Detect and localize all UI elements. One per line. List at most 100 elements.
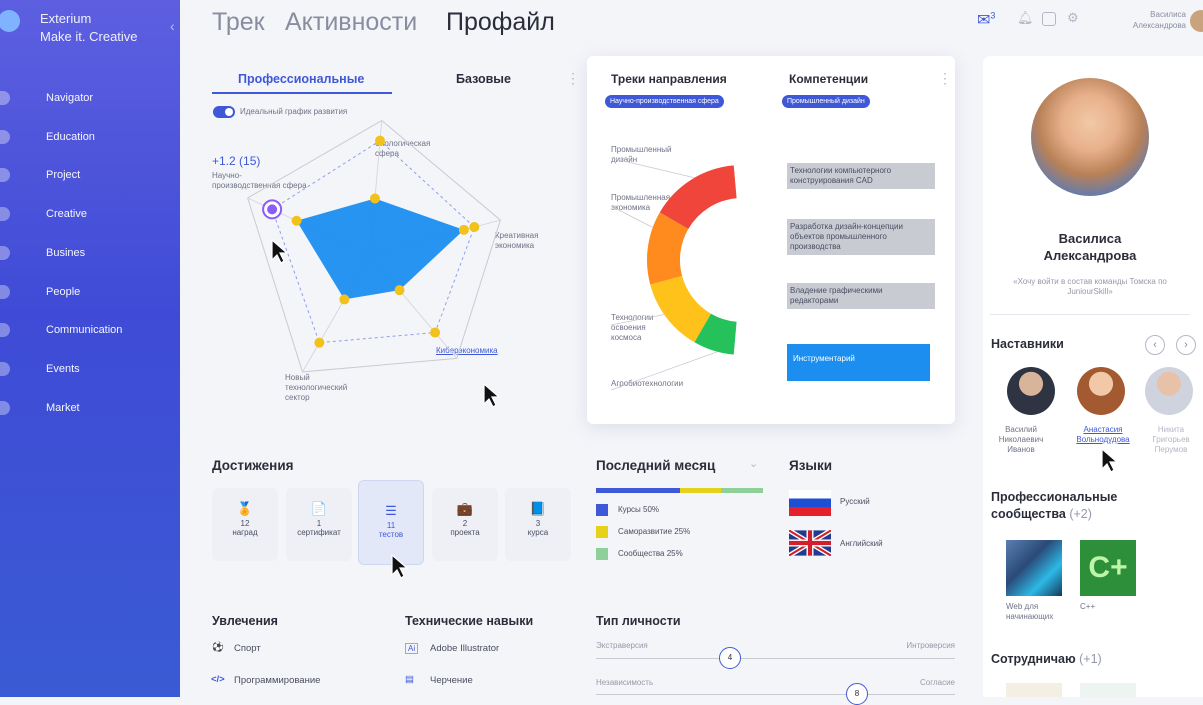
collapse-chevron-icon[interactable]: ‹ [170,18,175,34]
tab-professional[interactable]: Профессиональные [238,72,364,86]
lang-en: Английский [840,539,883,548]
tab-profile[interactable]: Профайл [446,8,555,37]
nav-item-people[interactable]: People [46,286,80,298]
trait-left-2: Независимость [596,678,654,687]
nav-item-project[interactable]: Project [46,169,80,181]
nav-item-creative[interactable]: Creative [46,208,87,220]
illustrator-icon: Ai [405,643,419,654]
user-first: Василиса [1150,10,1186,19]
achievement-сертификат[interactable]: 📄 1 сертификат [286,488,352,561]
more-icon[interactable]: ⋮ [938,70,952,87]
mentor-avatar-1[interactable] [1007,367,1055,415]
trait-slider-knob-2[interactable]: 8 [846,683,868,705]
skills-title: Технические навыки [405,614,534,628]
brand[interactable]: Exterium Make it. Creative ‹ [0,8,175,48]
achievement-курса[interactable]: 📘 3 курса [505,488,571,561]
flag-gb-icon [789,530,831,556]
partner-logo-2[interactable] [1080,683,1136,697]
mentor-last-3: Перумов [1154,445,1188,454]
mentor-name-3[interactable]: Никита Григорьев Перумов [1140,425,1202,455]
competence-pill[interactable]: Промышленный дизайн [782,95,870,108]
mentor-name-2[interactable]: Анастасия Вольнодудова [1069,425,1137,445]
community-web-label[interactable]: Web для начинающих [1006,602,1066,622]
nav-item-education[interactable]: Education [46,131,95,143]
achievement-label: тестов [378,530,404,539]
code-icon: </> [211,674,225,685]
legend-courses: Курсы 50% [618,505,660,514]
competence-cad[interactable]: Технологии компьютерного конструирования… [787,163,935,189]
community-cpp-label[interactable]: C++ [1080,602,1095,612]
drafting-icon: ▤ [405,674,414,685]
logo-icon [0,10,20,32]
nav-item-communication[interactable]: Communication [46,324,122,336]
mentor-avatar-3[interactable] [1145,367,1193,415]
communities-more[interactable]: (+2) [1069,507,1092,521]
next-arrow-icon[interactable]: › [1176,335,1196,355]
chevron-down-icon[interactable]: ⌄ [749,457,758,470]
nav-item-busines[interactable]: Busines [46,247,85,259]
gear-icon[interactable]: ⚙ [1067,10,1079,26]
nav-item-navigator[interactable]: Navigator [46,92,93,104]
nav-item-market[interactable]: Market [46,402,80,414]
achievement-count: 2 [462,519,468,528]
medal-icon: 🏅 [236,501,254,516]
track-pill[interactable]: Научно-производственная сфера [605,95,724,108]
avatar-small[interactable] [1190,10,1203,32]
calendar-icon[interactable] [1042,12,1056,26]
skill-drafting: Черчение [430,675,473,686]
profile-avatar [1031,78,1149,196]
tab-activities[interactable]: Активности [285,8,417,37]
achievement-label: наград [232,528,258,537]
bell-icon[interactable]: 🔔︎ [1017,10,1034,26]
ideal-graph-toggle[interactable] [213,106,235,118]
hobby-programming: Программирование [234,675,321,686]
partner-logo-1[interactable] [1006,683,1062,697]
nav-bullet [0,362,10,376]
achievement-label: проекта [450,528,480,537]
divider [990,314,1190,315]
trait-slider-knob-1[interactable]: 4 [719,647,741,669]
achievement-проекта[interactable]: 💼 2 проекта [432,488,498,561]
mail-count: 3 [990,10,996,21]
donut-leader-line [610,205,653,228]
cooperate-more[interactable]: (+1) [1079,652,1102,666]
legend-self: Саморазвитие 25% [618,527,691,536]
trait-right-1: Интроверсия [906,641,955,650]
nav-bullet [0,246,10,260]
personality-title: Тип личности [596,614,681,628]
nav-item-events[interactable]: Events [46,363,80,375]
legend-communities: Сообщества 25% [618,549,683,558]
tab-track[interactable]: Трек [212,8,265,37]
cooperate-label: Сотрудничаю [991,652,1076,666]
competence-design-concept[interactable]: Разработка дизайн-концепции объектов про… [787,219,935,255]
profile-quote: «Хочу войти в состав команды Томска по J… [1013,277,1167,296]
mentors-title: Наставники [991,337,1064,351]
tab-basic[interactable]: Базовые [456,72,511,86]
mentor-last-1: Иванов [1007,445,1035,454]
community-cpp-image[interactable]: C+ [1080,540,1136,596]
radar-chart [247,120,501,373]
user-name-top[interactable]: Василиса Александрова [1096,9,1186,31]
lang-ru: Русский [840,497,870,506]
tracks-title: Треки направления [611,72,727,86]
cursor-icon [271,238,289,264]
mentor-avatar-2[interactable] [1077,367,1125,415]
mentor-middle-2: Вольнодудова [1076,435,1130,444]
nav-bullet [0,323,10,337]
competence-graphic-editors[interactable]: Владение графическими редакторами [787,283,935,309]
mail-icon[interactable]: ✉3 [977,10,995,30]
certificate-icon: 📄 [310,501,328,516]
trait-slider-track-2 [596,694,955,695]
community-web-image[interactable] [1006,540,1062,596]
profile-first-name: Василиса [1058,231,1122,246]
more-icon[interactable]: ⋮ [566,70,580,87]
achievement-label: курса [527,528,549,537]
prev-arrow-icon[interactable]: ‹ [1145,335,1165,355]
achievement-наград[interactable]: 🏅 12 наград [212,488,278,561]
competence-instruments[interactable]: Инструментарий [787,344,930,381]
nav-bullet [0,285,10,299]
profile-last-name: Александрова [1043,248,1137,263]
mentor-name-1[interactable]: Василий Николаевич Иванов [990,425,1052,455]
donut-leader-line [610,351,718,391]
communities-label: Профессиональные сообщества [991,490,1118,521]
